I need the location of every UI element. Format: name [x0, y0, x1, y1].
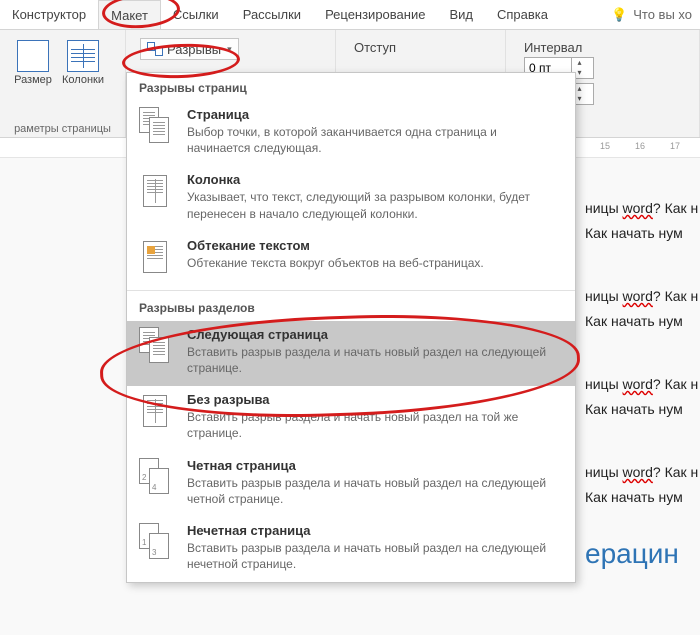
group-label-page-setup: раметры страницы	[0, 123, 125, 135]
dd-item-text-wrap[interactable]: Обтекание текстом Обтекание текста вокру…	[127, 232, 575, 288]
dd-item-desc: Указывает, что текст, следующий за разры…	[187, 189, 563, 221]
dd-item-title: Без разрыва	[187, 392, 563, 407]
dd-item-odd-page[interactable]: 13 Нечетная страница Вставить разрыв раз…	[127, 517, 575, 582]
doc-text-line: Как начать нум	[585, 223, 700, 244]
continuous-section-icon	[139, 392, 173, 432]
columns-icon	[67, 40, 99, 72]
dd-item-desc: Вставить разрыв раздела и начать новый р…	[187, 540, 563, 572]
page-size-icon	[17, 40, 49, 72]
dd-item-title: Страница	[187, 107, 563, 122]
dd-item-continuous[interactable]: Без разрыва Вставить разрыв раздела и на…	[127, 386, 575, 451]
tab-spravka[interactable]: Справка	[485, 0, 560, 29]
doc-heading: ерацин	[585, 538, 700, 570]
dd-item-next-page[interactable]: Следующая страница Вставить разрыв разде…	[127, 321, 575, 386]
dd-item-column[interactable]: Колонка Указывает, что текст, следующий …	[127, 166, 575, 231]
dd-section-section-breaks: Разрывы разделов	[127, 293, 575, 321]
indent-label: Отступ	[344, 34, 497, 55]
page-break-icon	[139, 107, 173, 147]
dd-item-title: Следующая страница	[187, 327, 563, 342]
text-wrap-icon	[139, 238, 173, 278]
size-label: Размер	[14, 74, 52, 86]
doc-text-line: Как начать нум	[585, 487, 700, 508]
doc-text-line: ницы word? Как н	[585, 286, 700, 307]
odd-page-section-icon: 13	[139, 523, 173, 563]
even-page-section-icon: 24	[139, 458, 173, 498]
dd-item-title: Колонка	[187, 172, 563, 187]
doc-text-line: Как начать нум	[585, 399, 700, 420]
size-button[interactable]: Размер	[8, 36, 58, 90]
breaks-label: Разрывы	[167, 42, 221, 57]
dd-separator	[127, 290, 575, 291]
columns-button[interactable]: Колонки	[58, 36, 108, 90]
spacing-label: Интервал	[514, 34, 691, 55]
doc-text-line: ницы word? Как н	[585, 374, 700, 395]
tab-konstruktor[interactable]: Конструктор	[0, 0, 98, 29]
breaks-dropdown: Разрывы страниц Страница Выбор точки, в …	[126, 72, 576, 583]
tab-ssylki[interactable]: Ссылки	[161, 0, 231, 29]
breaks-icon	[147, 42, 163, 56]
chevron-down-icon: ▾	[227, 44, 232, 55]
group-page-setup: Размер Колонки раметры страницы	[0, 30, 126, 137]
dd-item-desc: Обтекание текста вокруг объектов на веб-…	[187, 255, 484, 271]
breaks-button[interactable]: Разрывы ▾	[140, 38, 239, 60]
dd-item-title: Четная страница	[187, 458, 563, 473]
dd-item-title: Нечетная страница	[187, 523, 563, 538]
dd-item-desc: Вставить разрыв раздела и начать новый р…	[187, 344, 563, 376]
dd-item-desc: Вставить разрыв раздела и начать новый р…	[187, 475, 563, 507]
tell-me-label: Что вы хо	[633, 7, 692, 22]
ribbon-tabs: Конструктор Макет Ссылки Рассылки Реценз…	[0, 0, 700, 30]
dd-item-title: Обтекание текстом	[187, 238, 484, 253]
doc-text-line: Как начать нум	[585, 311, 700, 332]
dd-item-even-page[interactable]: 24 Четная страница Вставить разрыв разде…	[127, 452, 575, 517]
doc-text-line: ницы word? Как н	[585, 198, 700, 219]
columns-label: Колонки	[62, 74, 104, 86]
bulb-icon: 💡	[611, 7, 627, 23]
column-break-icon	[139, 172, 173, 212]
next-page-section-icon	[139, 327, 173, 367]
dd-section-page-breaks: Разрывы страниц	[127, 73, 575, 101]
tab-maket[interactable]: Макет	[98, 0, 161, 29]
dd-item-desc: Выбор точки, в которой заканчивается одн…	[187, 124, 563, 156]
tab-rassylki[interactable]: Рассылки	[231, 0, 313, 29]
tab-vid[interactable]: Вид	[437, 0, 485, 29]
tab-recenz[interactable]: Рецензирование	[313, 0, 437, 29]
tell-me[interactable]: 💡 Что вы хо	[603, 7, 700, 23]
dd-item-page[interactable]: Страница Выбор точки, в которой заканчив…	[127, 101, 575, 166]
doc-text-line: ницы word? Как н	[585, 462, 700, 483]
dd-item-desc: Вставить разрыв раздела и начать новый р…	[187, 409, 563, 441]
